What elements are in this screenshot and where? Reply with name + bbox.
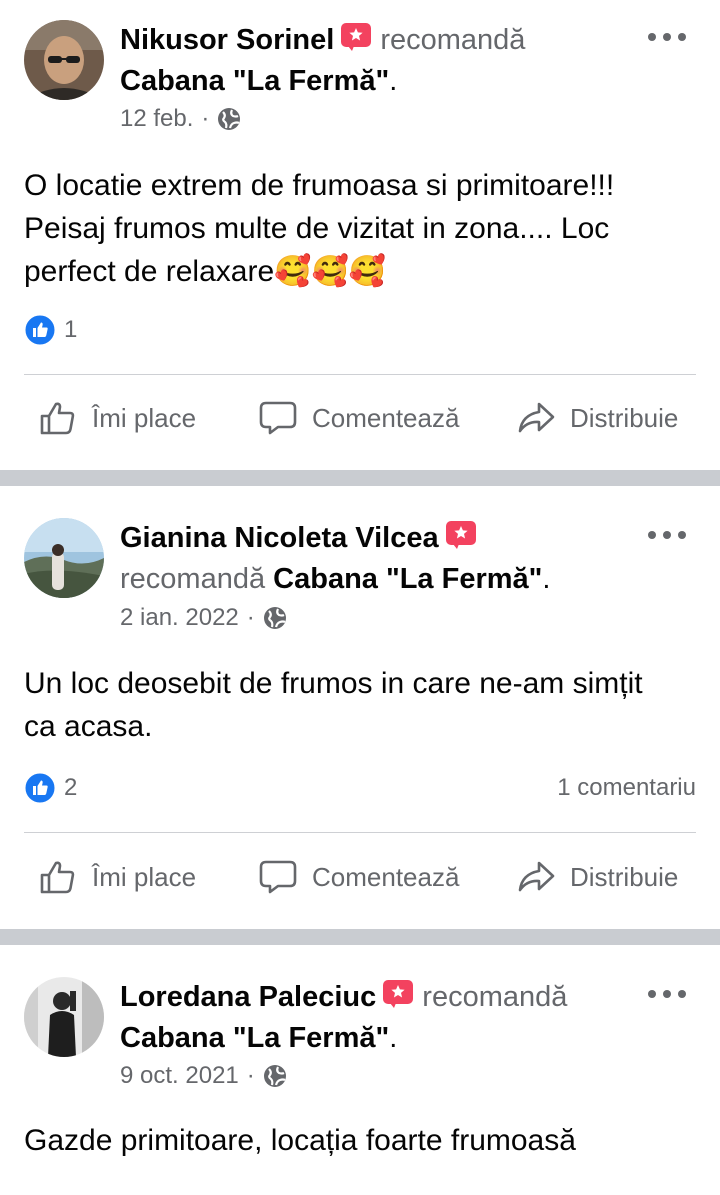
share-arrow-icon xyxy=(518,402,555,433)
post-text-line: Un loc deosebit de frumos in care ne-am … xyxy=(24,667,643,700)
comment-button[interactable]: Comentează xyxy=(258,388,459,448)
like-button[interactable]: Îmi place xyxy=(38,388,196,448)
page-link[interactable]: Cabana "La Fermă" xyxy=(120,1022,389,1054)
punctuation: . xyxy=(389,1022,398,1054)
post-date[interactable]: 2 ian. 2022 xyxy=(120,603,239,633)
post-text-line: Gazde primitoare, locația foarte frumoas… xyxy=(24,1124,576,1157)
meta-separator: · xyxy=(201,105,210,132)
recommend-star-icon xyxy=(340,22,372,52)
page-link[interactable]: Cabana "La Fermă" xyxy=(273,563,542,595)
post-text-line: O locatie extrem de frumoasa si primitoa… xyxy=(24,169,615,202)
comment-count[interactable]: 1 comentariu xyxy=(557,772,696,804)
avatar[interactable] xyxy=(24,977,104,1057)
author-name[interactable]: Loredana Paleciuc xyxy=(120,981,376,1013)
meta-separator: · xyxy=(246,604,255,631)
like-reaction-icon xyxy=(24,772,56,804)
post-date[interactable]: 12 feb. xyxy=(120,104,193,134)
like-label: Îmi place xyxy=(92,402,197,433)
post-header: Nikusor Sorinel recomandă Cabana "La Ferm… xyxy=(120,20,640,102)
post-text-line: perfect de relaxare🥰🥰🥰 xyxy=(24,255,387,288)
review-post: Loredana Paleciuc recomandă Cabana "La Fe… xyxy=(0,945,720,1195)
recommend-star-icon xyxy=(382,979,414,1009)
like-count: 2 xyxy=(64,774,78,801)
thumbs-up-icon xyxy=(40,402,75,435)
reaction-summary[interactable]: 2 xyxy=(24,772,77,804)
comment-bubble-icon xyxy=(259,860,297,894)
punctuation: . xyxy=(542,563,551,595)
share-button[interactable]: Distribuie xyxy=(516,847,678,907)
reaction-summary[interactable]: 1 xyxy=(24,314,77,346)
comment-label: Comentează xyxy=(312,402,460,433)
post-text: O locatie extrem de frumoasa si primitoa… xyxy=(24,164,704,293)
post-header: Gianina Nicoleta Vilcea recomandă Cabana… xyxy=(120,518,640,600)
review-post: Gianina Nicoleta Vilcea recomandă Cabana… xyxy=(0,486,720,929)
globe-icon xyxy=(218,108,241,130)
more-dots-icon[interactable] xyxy=(648,30,686,44)
post-text-line: ca acasa. xyxy=(24,710,153,743)
post-meta: 2 ian. 2022 · xyxy=(120,603,287,633)
more-dots-icon[interactable] xyxy=(648,987,686,1001)
post-meta: 12 feb. · xyxy=(120,104,241,134)
post-date[interactable]: 9 oct. 2021 xyxy=(120,1061,239,1091)
share-button[interactable]: Distribuie xyxy=(516,388,678,448)
share-label: Distribuie xyxy=(570,402,679,433)
like-reaction-icon xyxy=(24,314,56,346)
punctuation: . xyxy=(389,65,398,97)
recommend-star-icon xyxy=(445,520,477,550)
like-label: Îmi place xyxy=(92,861,197,892)
share-arrow-icon xyxy=(518,861,555,892)
post-divider xyxy=(0,929,720,945)
author-name[interactable]: Gianina Nicoleta Vilcea xyxy=(120,522,439,554)
review-post: Nikusor Sorinel recomandă Cabana "La Ferm… xyxy=(0,0,720,470)
meta-separator: · xyxy=(246,1062,255,1089)
avatar[interactable] xyxy=(24,518,104,598)
author-name[interactable]: Nikusor Sorinel xyxy=(120,24,334,56)
page-link[interactable]: Cabana "La Fermă" xyxy=(120,65,389,97)
post-text-line: Peisaj frumos multe de vizitat in zona..… xyxy=(24,212,610,245)
globe-icon xyxy=(263,1065,286,1087)
like-count: 1 xyxy=(64,316,78,343)
share-label: Distribuie xyxy=(570,861,679,892)
globe-icon xyxy=(263,607,286,629)
divider-line xyxy=(24,832,696,833)
post-header: Loredana Paleciuc recomandă Cabana "La Fe… xyxy=(120,977,640,1059)
action-bar: Îmi place Comentează Distribuie xyxy=(0,847,720,907)
recommend-verb: recomandă xyxy=(120,563,266,595)
divider-line xyxy=(24,374,696,375)
more-dots-icon[interactable] xyxy=(648,528,686,542)
comment-button[interactable]: Comentează xyxy=(258,847,459,907)
like-button[interactable]: Îmi place xyxy=(38,847,196,907)
post-meta: 9 oct. 2021 · xyxy=(120,1061,287,1091)
recommend-verb: recomandă xyxy=(380,24,526,56)
post-text: Gazde primitoare, locația foarte frumoas… xyxy=(24,1119,704,1162)
thumbs-up-icon xyxy=(40,861,75,894)
action-bar: Îmi place Comentează Distribuie xyxy=(0,388,720,448)
post-divider xyxy=(0,470,720,486)
comment-bubble-icon xyxy=(259,401,297,435)
post-text: Un loc deosebit de frumos in care ne-am … xyxy=(24,662,704,748)
comment-label: Comentează xyxy=(312,861,460,892)
recommend-verb: recomandă xyxy=(422,981,568,1013)
avatar[interactable] xyxy=(24,20,104,100)
